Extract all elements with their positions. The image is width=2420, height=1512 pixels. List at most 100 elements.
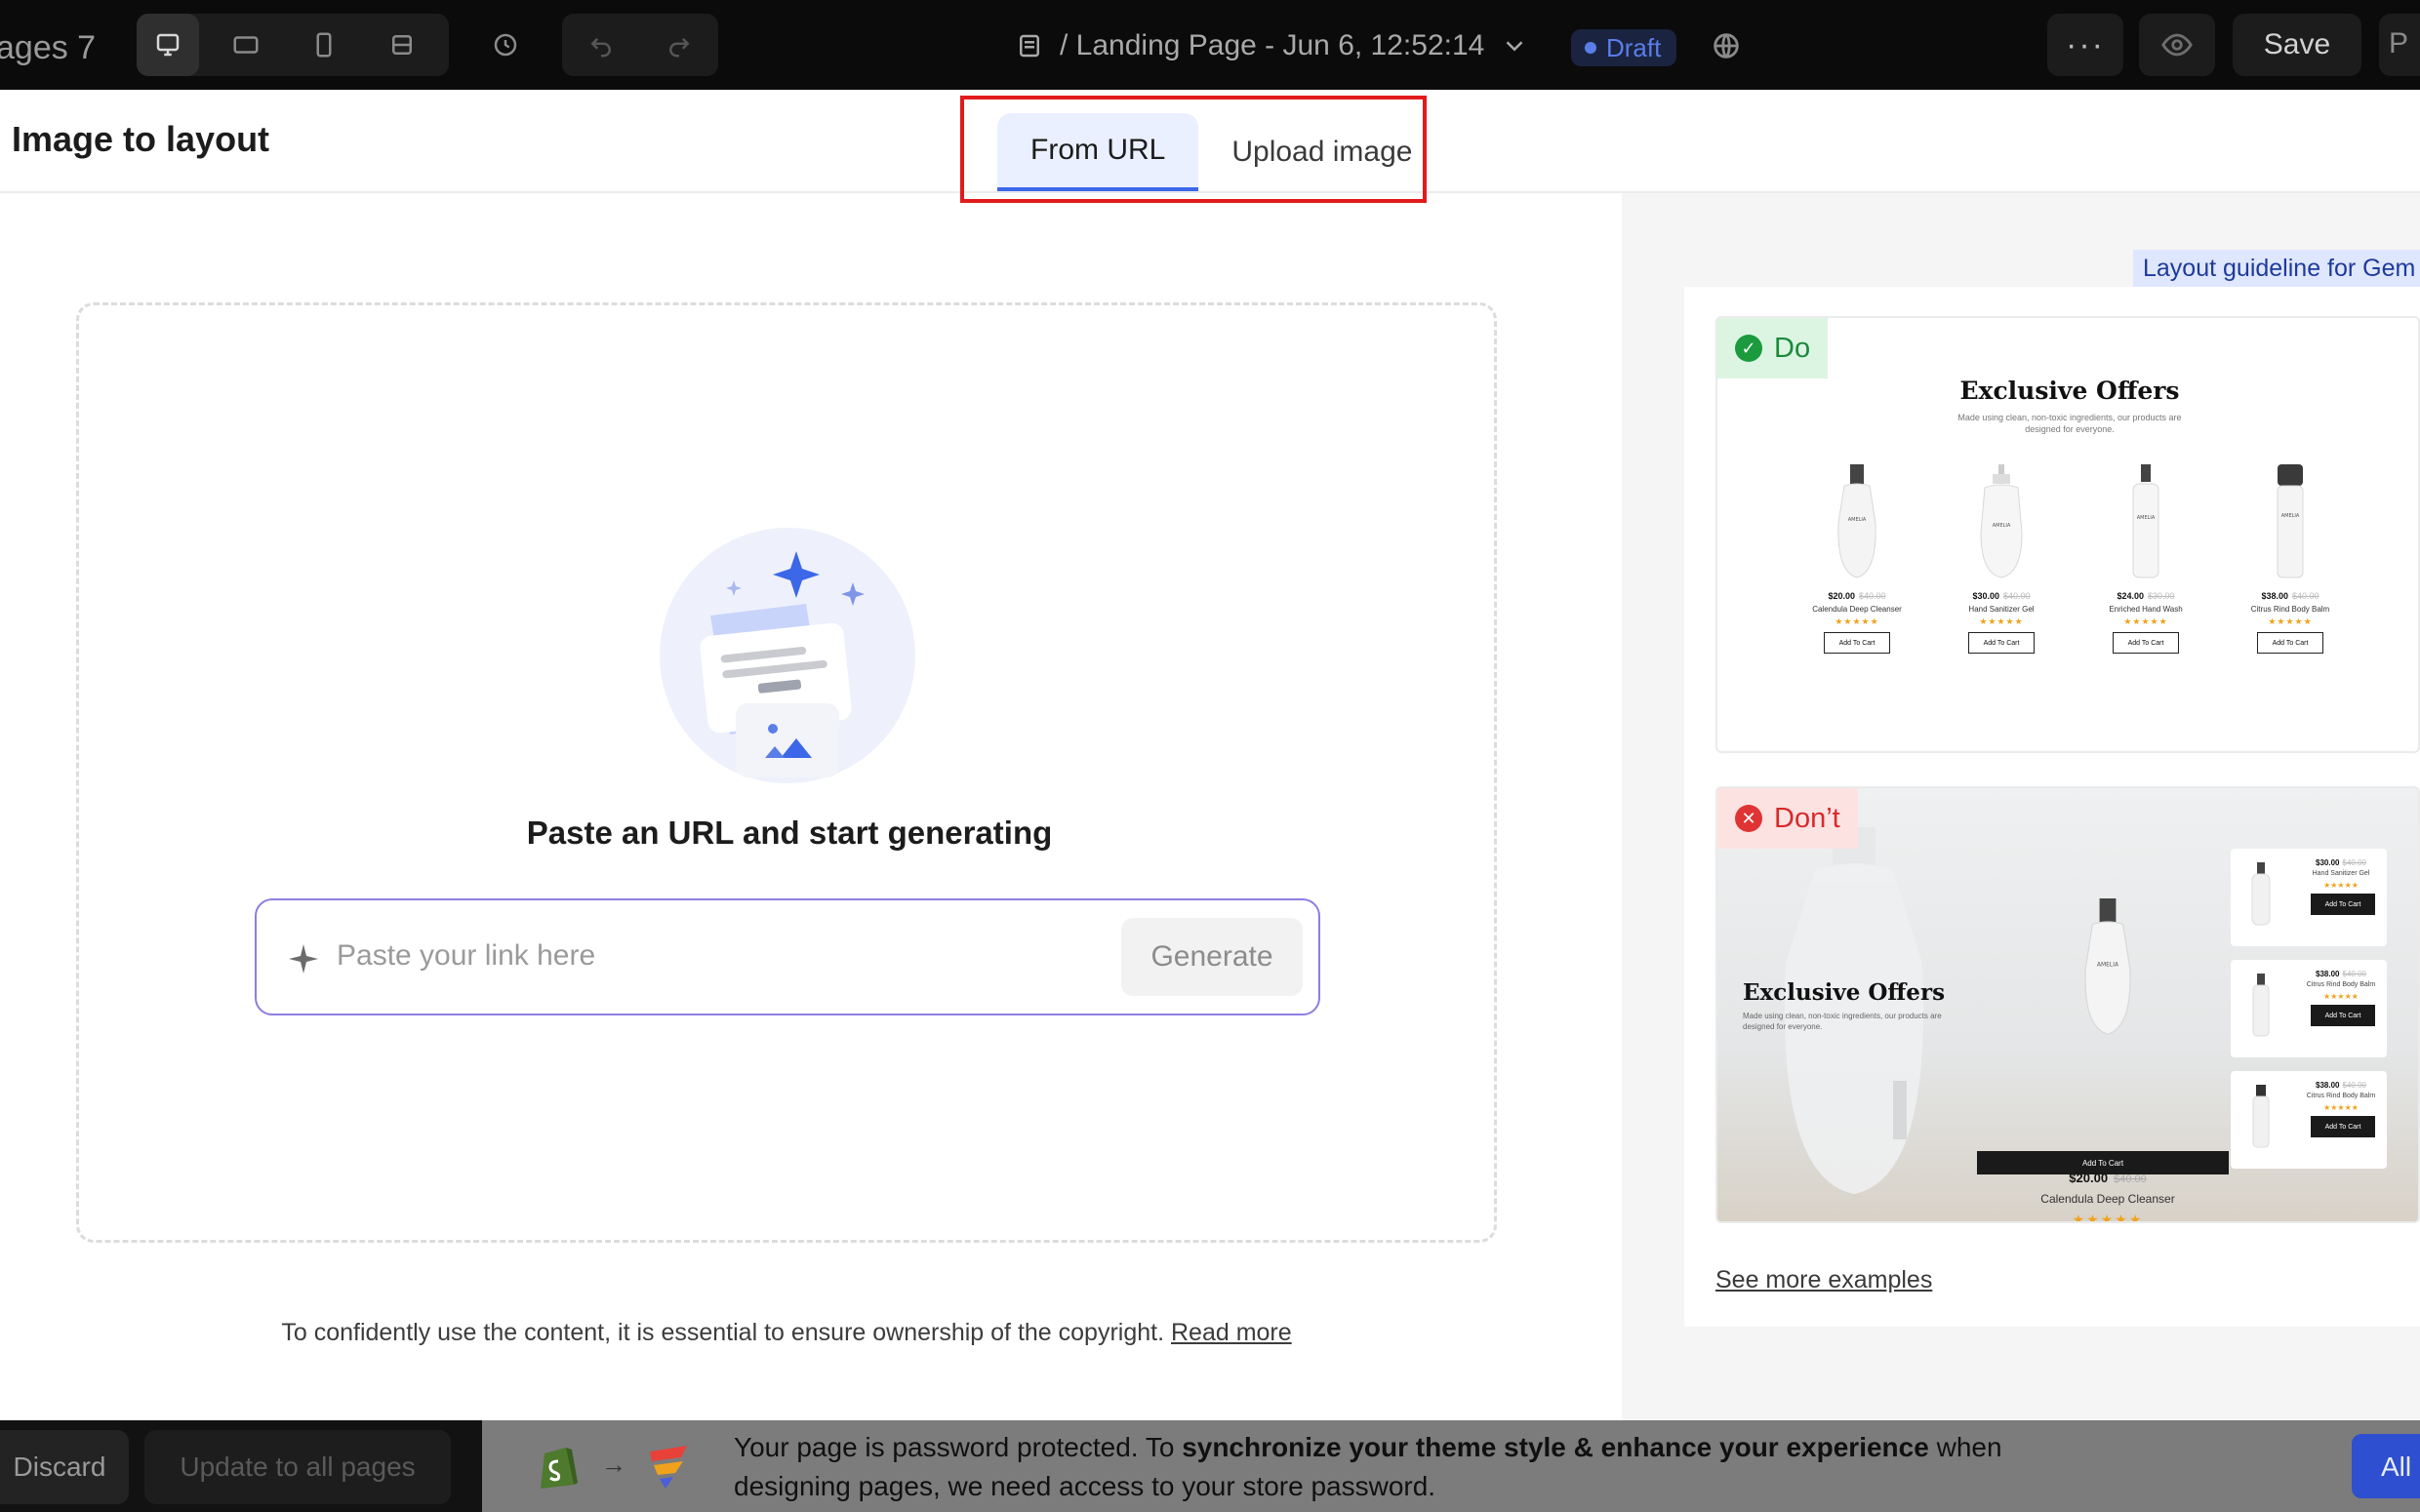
arrow-icon: → <box>601 1450 626 1479</box>
add-to-cart-button: Add To Cart <box>1968 632 2035 654</box>
redo-button[interactable] <box>648 14 710 76</box>
bottle-image: AMELIA <box>2277 464 2304 578</box>
dont-label: Don’t <box>1774 802 1840 834</box>
do-tag: ✓ Do <box>1717 318 1829 378</box>
mobile-icon <box>316 32 332 58</box>
product-rating: ★★★★★ <box>1979 617 2024 626</box>
product-card: AMELIA $20.00 $40.00 Calendula Deep Clean… <box>1803 464 1911 698</box>
bottle-image <box>2252 1085 2270 1148</box>
do-label: Do <box>1774 332 1811 364</box>
product-name: Citrus Rind Body Balm <box>2306 1093 2376 1099</box>
product-rating: ★★★★★ <box>2323 1103 2359 1112</box>
product-price: $38.00 $40.00 <box>2316 970 2366 978</box>
add-to-cart-button: Add To Cart <box>2311 894 2375 915</box>
clock-icon <box>494 33 517 57</box>
bottle-image <box>2251 862 2271 926</box>
bottle-label: AMELIA <box>2137 515 2156 521</box>
product-name: Enriched Hand Wash <box>2109 605 2183 614</box>
page-icon <box>1020 34 1039 58</box>
publish-button[interactable]: P <box>2379 14 2420 76</box>
add-to-cart-button: Add To Cart <box>1977 1151 2229 1174</box>
product-rating: ★★★★★ <box>2072 1212 2144 1223</box>
device-switcher <box>137 14 449 76</box>
bottle-image <box>2252 974 2270 1037</box>
dont-tag: ✕ Don’t <box>1717 788 1858 849</box>
history-button[interactable] <box>474 14 537 76</box>
discard-button[interactable]: Discard <box>0 1430 129 1504</box>
eye-icon <box>2161 33 2193 57</box>
notice-text: Your page is password protected. To sync… <box>734 1432 2002 1501</box>
tablet-icon <box>233 36 259 54</box>
undo-icon <box>590 37 611 58</box>
see-more-examples-link[interactable]: See more examples <box>1715 1266 1932 1294</box>
fit-view-button[interactable] <box>371 14 433 76</box>
language-button[interactable] <box>1710 29 1743 62</box>
add-to-cart-button: Add To Cart <box>2311 1116 2375 1137</box>
product-card: AMELIA $24.00 $30.00 Enriched Hand Wash ★… <box>2092 464 2199 698</box>
app-name: ages 7 <box>0 29 97 66</box>
update-all-pages-button[interactable]: Update to all pages <box>144 1430 451 1504</box>
product-name: Calendula Deep Cleanser <box>1812 605 1902 614</box>
copyright-notice: To confidently use the content, it is es… <box>0 1319 1573 1347</box>
add-to-cart-button: Add To Cart <box>2311 1005 2375 1026</box>
undo-button[interactable] <box>570 14 632 76</box>
product-name: Calendula Deep Cleanser <box>2040 1192 2175 1206</box>
check-icon: ✓ <box>1735 335 1762 362</box>
add-to-cart-button: Add To Cart <box>2113 632 2179 654</box>
bottle-image: AMELIA <box>1980 464 2023 578</box>
url-input[interactable]: Paste your link here <box>337 939 595 973</box>
copyright-text: To confidently use the content, it is es… <box>281 1319 1165 1346</box>
close-icon: ✕ <box>1735 805 1762 832</box>
example-subtitle: Made using clean, non-toxic ingredients,… <box>1743 1012 1942 1031</box>
sparkle-icon <box>286 941 321 976</box>
product-price: $24.00 $30.00 <box>2117 591 2175 601</box>
example-subtitle: Made using clean, non-toxic ingredients,… <box>1957 413 2182 434</box>
page-selector[interactable]: / Landing Page - Jun 6, 12:52:14 <box>1015 29 1529 62</box>
globe-icon <box>1714 33 1739 59</box>
page-name: / Landing Page - Jun 6, 12:52:14 <box>1060 29 1485 61</box>
read-more-link[interactable]: Read more <box>1171 1319 1292 1346</box>
highlight-annotation <box>960 96 1427 203</box>
product-rating: ★★★★★ <box>2123 617 2168 626</box>
generate-button[interactable]: Generate <box>1121 918 1303 996</box>
top-bar: ages 7 / Landing Page - Jun 6, 12:52:14 <box>0 0 2420 90</box>
bottle-image: AMELIA <box>2084 898 2131 1035</box>
chevron-down-icon <box>1506 41 1523 52</box>
product-rating: ★★★★★ <box>1835 617 1879 626</box>
product-price: $38.00 $40.00 <box>2316 1081 2366 1090</box>
mobile-view-button[interactable] <box>293 14 355 76</box>
desktop-icon <box>156 33 180 57</box>
featured-product: AMELIA $20.00 $40.00 Calendula Deep Clean… <box>1981 895 2235 1221</box>
product-rating: ★★★★★ <box>2323 881 2359 890</box>
add-to-cart-button: Add To Cart <box>1824 632 1890 654</box>
product-rating: ★★★★★ <box>2268 617 2313 626</box>
product-card: AMELIA $38.00 $40.00 Citrus Rind Body Bal… <box>2237 464 2344 698</box>
tablet-landscape-view-button[interactable] <box>215 14 277 76</box>
bottle-label: AMELIA <box>1993 523 2011 529</box>
guideline-card: ✓ Do Exclusive Offers Made using clean, … <box>1684 287 2420 1327</box>
product-rating: ★★★★★ <box>2323 992 2359 1001</box>
side-product-card: $38.00 $40.00 Citrus Rind Body Balm ★★★★★… <box>2231 1071 2387 1169</box>
url-drop-zone: Paste an URL and start generating Paste … <box>76 302 1497 1243</box>
preview-button[interactable] <box>2139 14 2215 76</box>
product-name: Hand Sanitizer Gel <box>1968 605 2035 614</box>
product-card: AMELIA $30.00 $40.00 Hand Sanitizer Gel ★… <box>1948 464 2055 698</box>
desktop-view-button[interactable] <box>137 14 199 76</box>
bottle-label: AMELIA <box>2281 513 2300 519</box>
bottle-label: AMELIA <box>1848 517 1867 523</box>
status-dot <box>1585 42 1596 54</box>
undo-redo-group <box>562 14 718 76</box>
do-example: ✓ Do Exclusive Offers Made using clean, … <box>1715 316 2420 753</box>
allow-access-button[interactable]: All <box>2352 1434 2420 1498</box>
side-product-card: $30.00 $40.00 Hand Sanitizer Gel ★★★★★ Ad… <box>2231 849 2387 946</box>
product-price: $20.00 $40.00 <box>1828 591 1886 601</box>
example-title: Exclusive Offers <box>1743 979 1946 1006</box>
more-options-button[interactable]: ··· <box>2047 14 2123 76</box>
bottle-image: AMELIA <box>1837 464 1876 578</box>
guideline-title: Layout guideline for Gem <box>2133 250 2420 287</box>
product-price: $38.00 $40.00 <box>2261 591 2319 601</box>
add-to-cart-button: Add To Cart <box>2257 632 2323 654</box>
save-button[interactable]: Save <box>2233 14 2361 76</box>
product-name: Citrus Rind Body Balm <box>2306 981 2376 988</box>
gempages-logo-icon <box>650 1446 687 1489</box>
